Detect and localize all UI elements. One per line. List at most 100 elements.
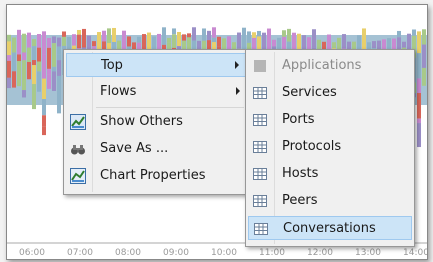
chart-bar-segment [252, 32, 256, 38]
chart-bar-segment [167, 42, 171, 49]
chart-bar-segment [17, 54, 21, 62]
chart-bar-segment [47, 68, 51, 75]
submenu-item-protocols-label: Protocols [282, 139, 342, 154]
chart-bar-segment [417, 123, 421, 148]
submenu-item-ports[interactable]: Ports [248, 108, 412, 132]
chart-bar-segment [417, 118, 421, 124]
chart-bar [47, 37, 51, 89]
grid-icon [252, 85, 268, 101]
chart-bar-segment [77, 34, 81, 49]
submenu-item-conversations[interactable]: Conversations [248, 216, 412, 240]
menu-item-flows[interactable]: Flows [66, 80, 246, 104]
menu-item-top[interactable]: Top [66, 53, 246, 77]
chart-bar-segment [407, 33, 411, 51]
submenu-item-services[interactable]: Services [248, 81, 412, 105]
chart-bar-segment [172, 34, 176, 42]
chart-bar-segment [37, 34, 41, 48]
chart-bar-segment [12, 71, 16, 88]
chart-bar [32, 39, 36, 110]
chart-bar-segment [42, 54, 46, 79]
chart-bar-segment [32, 39, 36, 47]
top-submenu: Applications Services Ports Protocols Ho… [245, 49, 415, 247]
menu-item-show-others[interactable]: Show Others [66, 110, 246, 134]
chart-bar [27, 32, 31, 80]
chart-bar-segment [127, 36, 131, 47]
chart-bar-segment [22, 52, 26, 61]
grid-icon [253, 221, 269, 237]
submenu-arrow-icon [236, 87, 240, 95]
chart-bar-segment [22, 90, 26, 98]
menu-item-chart-properties-label: Chart Properties [100, 168, 206, 183]
chart-bar-segment [297, 33, 301, 51]
binoculars-icon [70, 141, 86, 157]
chart-bar-segment [7, 41, 11, 56]
chart-bar-segment [172, 28, 176, 35]
menu-item-save-as-label: Save As ... [100, 141, 169, 156]
chart-bar-segment [57, 98, 61, 114]
chart-bar-segment [372, 41, 376, 49]
chart-bar-segment [57, 37, 61, 47]
chart-bar-segment [417, 53, 421, 79]
chart-bar-segment [422, 67, 426, 86]
grid-icon [252, 193, 268, 209]
chart-bar-segment [62, 31, 66, 37]
chart-bar-segment [212, 27, 216, 38]
chart-bar-segment [217, 36, 221, 47]
grid-icon [252, 166, 268, 182]
chart-bar-segment [82, 28, 86, 48]
chart-bar-segment [42, 78, 46, 100]
chart-bar-segment [62, 36, 66, 46]
submenu-item-hosts-label: Hosts [282, 166, 319, 181]
chart-bar-segment [257, 30, 261, 37]
chart-bar-segment [52, 66, 56, 72]
chart-bar-segment [162, 27, 166, 45]
chart-bar-segment [7, 55, 11, 61]
chart-bar-segment [22, 74, 26, 91]
chart-bar-segment [177, 31, 181, 47]
axis-tick-label: 14:00 [403, 248, 427, 258]
chart-bar-segment [247, 31, 251, 43]
axis-tick-label: 07:00 [67, 248, 93, 258]
chart-bar-segment [32, 65, 36, 85]
chart-bar-segment [237, 32, 241, 49]
chart-bar-segment [47, 37, 51, 48]
menu-item-show-others-label: Show Others [100, 114, 183, 129]
submenu-item-applications[interactable]: Applications [248, 54, 412, 78]
axis-tick-label: 08:00 [115, 248, 141, 258]
chart-bar-segment [187, 33, 191, 38]
grid-icon [252, 58, 268, 74]
chart-bar-segment [72, 34, 76, 46]
chart-bar-segment [67, 36, 71, 50]
menu-item-chart-properties[interactable]: Chart Properties [66, 164, 246, 188]
submenu-item-hosts[interactable]: Hosts [248, 162, 412, 186]
chart-bar-segment [37, 71, 41, 92]
chart-bar-segment [47, 47, 51, 52]
chart-bar [417, 31, 421, 148]
chart-bar-segment [417, 78, 421, 94]
submenu-item-protocols[interactable]: Protocols [248, 135, 412, 159]
chart-bar-segment [42, 99, 46, 116]
context-menu: Top Flows Show Others Save As ... Chart … [63, 49, 249, 195]
chart-bar-segment [167, 37, 171, 43]
chart-bar-segment [7, 60, 11, 78]
menu-item-flows-label: Flows [100, 84, 137, 99]
chart-bar-segment [212, 37, 216, 43]
chart-bar-segment [27, 61, 31, 80]
chart-properties-icon [70, 168, 86, 184]
chart-bar-segment [412, 29, 416, 36]
chart-bar-segment [57, 54, 61, 61]
chart-bar-segment [32, 46, 36, 61]
chart-bar-segment [422, 29, 426, 45]
axis-tick-label: 09:00 [163, 248, 189, 258]
chart-bar-segment [397, 30, 401, 38]
menu-item-save-as[interactable]: Save As ... [66, 137, 246, 161]
chart-bar [7, 34, 11, 89]
chart-bar-segment [382, 39, 386, 48]
submenu-item-peers[interactable]: Peers [248, 189, 412, 213]
chart-bar-segment [57, 75, 61, 99]
chart-bar-segment [362, 28, 366, 51]
axis-tick-label: 10:00 [211, 248, 237, 258]
chart-bar-segment [112, 27, 116, 43]
chart-bar-segment [272, 39, 276, 47]
chart-bar-segment [42, 115, 46, 127]
